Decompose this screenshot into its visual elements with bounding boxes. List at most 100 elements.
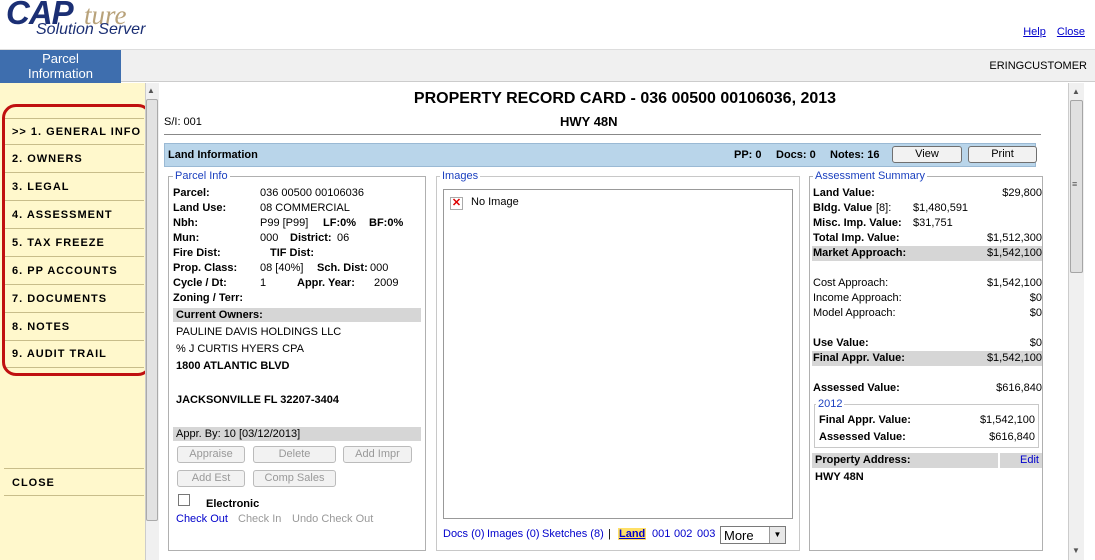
appraise-button[interactable]: Appraise	[177, 446, 245, 463]
parcel-info-legend: Parcel Info	[173, 170, 230, 182]
prior-final-appr-value: $1,542,100	[979, 414, 1035, 426]
broken-image-icon: ✕	[450, 197, 463, 210]
undo-check-out-link[interactable]: Undo Check Out	[292, 513, 373, 525]
check-out-link[interactable]: Check Out	[176, 513, 228, 525]
current-owners-header: Current Owners:	[173, 308, 421, 322]
fire-dist-label: Fire Dist:	[173, 247, 221, 259]
cost-approach-label: Cost Approach:	[813, 277, 889, 289]
assessed-value-label: Assessed Value:	[813, 382, 900, 394]
total-imp-label: Total Imp. Value:	[813, 232, 900, 244]
zoning-label: Zoning / Terr:	[173, 292, 244, 304]
property-address-value: HWY 48N	[815, 471, 864, 483]
market-approach-label: Market Approach:	[813, 247, 907, 259]
link-separator: |	[608, 528, 611, 540]
bldg-count: [8]:	[876, 202, 892, 214]
mun-label: Mun:	[173, 232, 200, 244]
appr-year-value: 2009	[374, 277, 399, 289]
docs-count: Docs: 0	[776, 149, 816, 161]
tab-parcel-information[interactable]: Parcel Information	[0, 50, 121, 83]
mun-value: 000	[260, 232, 279, 244]
total-imp-value: $1,512,300	[986, 232, 1042, 244]
land-use-value: 08 COMMERCIAL	[260, 202, 350, 214]
land-info-label: Land Information	[168, 149, 258, 161]
prior-final-appr-label: Final Appr. Value:	[819, 414, 911, 426]
prior-year-legend: 2012	[816, 398, 845, 410]
misc-imp-value: $31,751	[913, 217, 953, 229]
add-est-button[interactable]: Add Est	[177, 470, 245, 487]
add-impr-button[interactable]: Add Impr	[343, 446, 412, 463]
prior-assessed-value: $616,840	[989, 431, 1035, 443]
parcel-value: 036 00500 00106036	[260, 187, 364, 199]
subheader-bar	[0, 50, 1095, 82]
view-button[interactable]: View	[892, 146, 962, 163]
docs-link[interactable]: Docs (0)	[443, 528, 485, 540]
images-legend: Images	[440, 170, 481, 182]
comp-sales-button[interactable]: Comp Sales	[253, 470, 336, 487]
images-link[interactable]: Images (0)	[487, 528, 540, 540]
logo-subtitle: Solution Server	[36, 21, 146, 38]
app-header	[0, 0, 1095, 50]
delete-button[interactable]: Delete	[253, 446, 336, 463]
scroll-down-arrow-icon[interactable]: ▼	[1072, 546, 1080, 555]
model-approach-value: $0	[1029, 307, 1042, 319]
parcel-label: Parcel:	[173, 187, 210, 199]
use-value: $0	[1029, 337, 1042, 349]
bf-label: BF:0%	[369, 217, 404, 229]
bldg-value-label: Bldg. Value	[813, 202, 873, 214]
sketch-003-link[interactable]: 003	[697, 528, 715, 540]
print-button[interactable]: Print	[968, 146, 1037, 163]
sch-dist-value: 000	[370, 262, 389, 274]
district-label: District:	[290, 232, 332, 244]
edit-address-link[interactable]: Edit	[1020, 454, 1039, 466]
page-title: PROPERTY RECORD CARD - 036 00500 0010603…	[413, 90, 837, 107]
no-image-text: No Image	[471, 196, 519, 208]
header-links: Help Close	[1015, 26, 1085, 38]
income-approach-value: $0	[1029, 292, 1042, 304]
market-approach-value: $1,542,100	[986, 247, 1042, 259]
image-viewer	[443, 189, 793, 519]
tab-label-line1: Parcel	[42, 51, 79, 66]
more-select[interactable]: More ▼	[720, 526, 786, 544]
appraised-by: Appr. By: 10 [03/12/2013]	[173, 427, 421, 441]
check-in-link[interactable]: Check In	[238, 513, 281, 525]
electronic-label: Electronic	[206, 498, 260, 510]
land-value-label: Land Value:	[813, 187, 875, 199]
divider	[164, 134, 1041, 135]
sketches-link[interactable]: Sketches (8)	[542, 528, 604, 540]
scroll-grip-icon: ≡	[1072, 179, 1078, 189]
model-approach-label: Model Approach:	[813, 307, 896, 319]
username-label: ERINGCUSTOMER	[989, 60, 1087, 72]
sketch-002-link[interactable]: 002	[674, 528, 692, 540]
sl-label: S/I: 001	[164, 116, 202, 128]
scroll-up-arrow-icon[interactable]: ▲	[1072, 87, 1080, 96]
owner-name: PAULINE DAVIS HOLDINGS LLC	[176, 326, 342, 338]
close-link[interactable]: Close	[1057, 26, 1085, 38]
cycle-label: Cycle / Dt:	[173, 277, 227, 289]
property-address-header: Property Address:	[812, 453, 998, 468]
nbh-value: P99 [P99]	[260, 217, 309, 229]
sketch-001-link[interactable]: 001	[652, 528, 670, 540]
help-link[interactable]: Help	[1023, 26, 1046, 38]
nav-close-button[interactable]: CLOSE	[4, 468, 144, 496]
chevron-down-icon[interactable]: ▼	[769, 527, 785, 543]
use-value-label: Use Value:	[813, 337, 869, 349]
bldg-value: $1,480,591	[913, 202, 969, 214]
pp-count: PP: 0	[734, 149, 762, 161]
scroll-up-arrow-icon[interactable]: ▲	[147, 86, 155, 95]
record-address: HWY 48N	[560, 114, 618, 129]
more-select-value: More	[724, 528, 754, 543]
prop-class-value: 08 [40%]	[260, 262, 304, 274]
land-link[interactable]: Land	[618, 528, 647, 540]
land-use-label: Land Use:	[173, 202, 227, 214]
owner-address: 1800 ATLANTIC BLVD	[176, 360, 290, 372]
nbh-label: Nbh:	[173, 217, 199, 229]
final-appr-value: $1,542,100	[986, 352, 1042, 364]
land-value: $29,800	[1002, 187, 1042, 199]
electronic-checkbox[interactable]	[178, 494, 190, 506]
sch-dist-label: Sch. Dist:	[317, 262, 368, 274]
income-approach-label: Income Approach:	[813, 292, 902, 304]
assessed-value: $616,840	[996, 382, 1042, 394]
assessment-summary-legend: Assessment Summary	[813, 170, 928, 182]
tif-dist-label: TIF Dist:	[270, 247, 314, 259]
left-scrollbar-thumb[interactable]	[146, 99, 158, 521]
